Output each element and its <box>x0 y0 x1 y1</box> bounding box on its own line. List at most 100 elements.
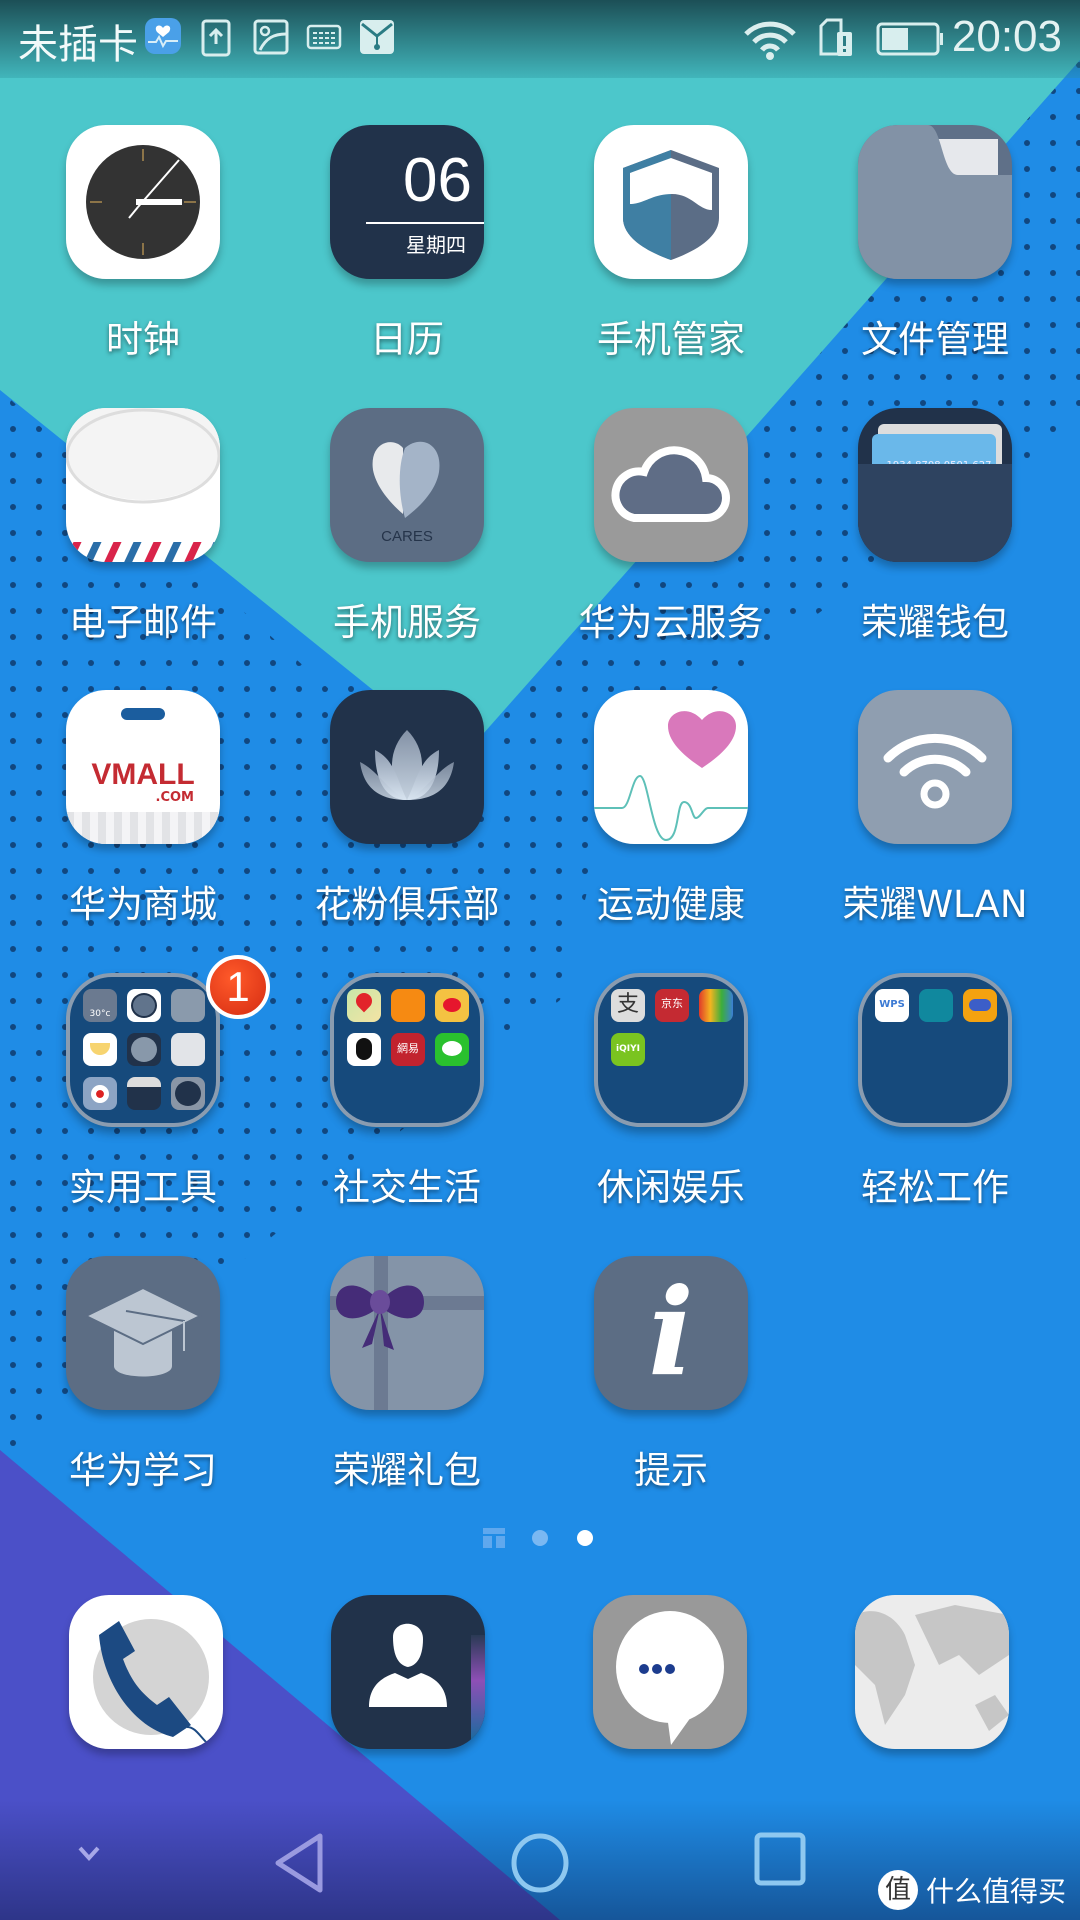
mini-weather: 30°c <box>83 989 117 1022</box>
app-honor-wallet[interactable]: 1934 8708 0501 627 荣耀钱包 <box>820 408 1050 646</box>
clock-time: 20:03 <box>951 12 1062 61</box>
email-icon <box>66 408 220 562</box>
upload-icon[interactable] <box>200 18 232 62</box>
dock-browser[interactable] <box>854 1595 1010 1749</box>
page-dot-1[interactable] <box>532 1530 548 1546</box>
mini-flashlight <box>83 1033 117 1066</box>
app-huawei-cloud[interactable]: 华为云服务 <box>556 408 786 646</box>
mini-wps: WPS <box>875 989 909 1022</box>
app-label: 荣耀WLAN <box>842 883 1028 926</box>
app-label: 提示 <box>634 1449 708 1492</box>
dock-phone[interactable] <box>68 1595 224 1749</box>
app-tips[interactable]: i 提示 <box>556 1256 786 1494</box>
folder-social[interactable]: 網易 社交生活 <box>292 973 522 1211</box>
app-vmall[interactable]: VMALL .COM 华为商城 <box>28 690 258 928</box>
lotus-icon <box>330 690 484 844</box>
page-indicator <box>0 1526 1080 1550</box>
home-screen-indicator-icon[interactable] <box>483 1528 505 1548</box>
app-email[interactable]: 电子邮件 <box>28 408 258 646</box>
carrier-label: 未插卡 <box>18 22 138 68</box>
app-label: 荣耀礼包 <box>333 1449 481 1492</box>
app-label: 华为云服务 <box>578 601 764 644</box>
folder-icon: 網易 <box>330 973 484 1127</box>
folder-utilities[interactable]: 30°c 1 实用工具 <box>28 955 270 1211</box>
app-huawei-learning[interactable]: 华为学习 <box>28 1256 258 1494</box>
heart-rate-icon <box>594 690 748 844</box>
app-label: 花粉俱乐部 <box>314 883 500 926</box>
health-app-icon[interactable] <box>143 16 183 60</box>
mini-camel <box>919 989 953 1022</box>
info-icon: i <box>594 1256 748 1410</box>
gift-bow-icon <box>330 1256 484 1410</box>
watermark-text: 什么值得买 <box>925 1875 1066 1908</box>
calendar-weekday: 星期四 <box>406 233 466 257</box>
notification-badge: 1 <box>206 955 270 1019</box>
screenshot-icon[interactable] <box>252 18 290 60</box>
app-phone-manager[interactable]: 手机管家 <box>556 125 786 363</box>
mini-fm-radio <box>127 1077 161 1110</box>
mini-wechat <box>435 1033 469 1066</box>
folder-label: 实用工具 <box>69 1166 217 1209</box>
folder-icon: WPS <box>858 973 1012 1127</box>
app-health[interactable]: 运动健康 <box>556 690 786 928</box>
mini-jd: 京东 <box>655 989 689 1022</box>
wifi-icon <box>742 20 798 64</box>
mini-camera <box>127 989 161 1022</box>
mini-recorder <box>83 1077 117 1110</box>
app-calendar[interactable]: 06 星期四 日历 <box>292 125 522 363</box>
mini-iqiyi: iQIYI <box>611 1033 645 1066</box>
mini-notes <box>171 1033 205 1066</box>
graduation-cap-icon <box>66 1256 220 1410</box>
mini-alipay: 支 <box>611 989 645 1022</box>
cares-heart-icon: CARES <box>330 408 484 562</box>
app-honor-gift[interactable]: 荣耀礼包 <box>292 1256 522 1494</box>
watermark-logo: 值 <box>877 1870 918 1910</box>
app-label: 电子邮件 <box>69 601 217 644</box>
folder-label: 社交生活 <box>333 1166 481 1209</box>
mini-qq <box>347 1033 381 1066</box>
app-label: 华为学习 <box>69 1449 217 1492</box>
recents-button[interactable] <box>754 1832 808 1892</box>
app-honor-wlan[interactable]: 荣耀WLAN <box>820 690 1050 928</box>
battery-icon <box>876 22 944 60</box>
mini-dianping <box>391 989 425 1022</box>
vmall-icon: VMALL .COM <box>66 690 220 844</box>
status-bar: 未插卡 20:03 <box>0 0 1080 78</box>
dock-messages[interactable] <box>592 1595 748 1749</box>
clock-icon <box>66 125 220 279</box>
calendar-icon: 06 星期四 <box>330 125 484 279</box>
cares-text: CARES <box>381 528 433 545</box>
app-label: 手机管家 <box>597 318 745 361</box>
sd-card-icon[interactable] <box>358 18 396 60</box>
home-button[interactable] <box>510 1832 570 1898</box>
watermark: 值 什么值得买 <box>877 1870 1066 1910</box>
app-label: 时钟 <box>106 318 180 361</box>
page-dot-2-active[interactable] <box>577 1530 593 1546</box>
app-file-manager[interactable]: 文件管理 <box>820 125 1050 363</box>
hide-nav-icon[interactable] <box>74 1840 104 1868</box>
globe-icon <box>855 1595 1009 1749</box>
app-phone-service[interactable]: CARES 手机服务 <box>292 408 522 646</box>
app-clock[interactable]: 时钟 <box>28 125 258 363</box>
cloud-icon <box>594 408 748 562</box>
app-label: 华为商城 <box>69 883 217 926</box>
calendar-day: 06 <box>403 146 472 215</box>
folder-work[interactable]: WPS 轻松工作 <box>820 973 1050 1211</box>
back-button[interactable] <box>272 1832 328 1898</box>
folder-icon: 30°c <box>66 973 220 1127</box>
phone-icon <box>69 1595 223 1749</box>
mini-remote <box>171 1077 205 1110</box>
mini-clock <box>171 989 205 1022</box>
vmall-text: VMALL <box>91 758 195 791</box>
mini-netease: 網易 <box>391 1033 425 1066</box>
folder-label: 轻松工作 <box>861 1166 1009 1209</box>
keyboard-icon[interactable] <box>306 24 342 56</box>
mini-weibo <box>435 989 469 1022</box>
app-fan-club[interactable]: 花粉俱乐部 <box>292 690 522 928</box>
app-label: 日历 <box>370 318 444 361</box>
folder-entertainment[interactable]: 支 京东 iQIYI 休闲娱乐 <box>556 973 786 1211</box>
dock-contacts[interactable] <box>330 1595 486 1749</box>
sim-alert-icon <box>818 18 854 62</box>
app-label: 文件管理 <box>861 318 1009 361</box>
contacts-icon <box>331 1595 485 1749</box>
